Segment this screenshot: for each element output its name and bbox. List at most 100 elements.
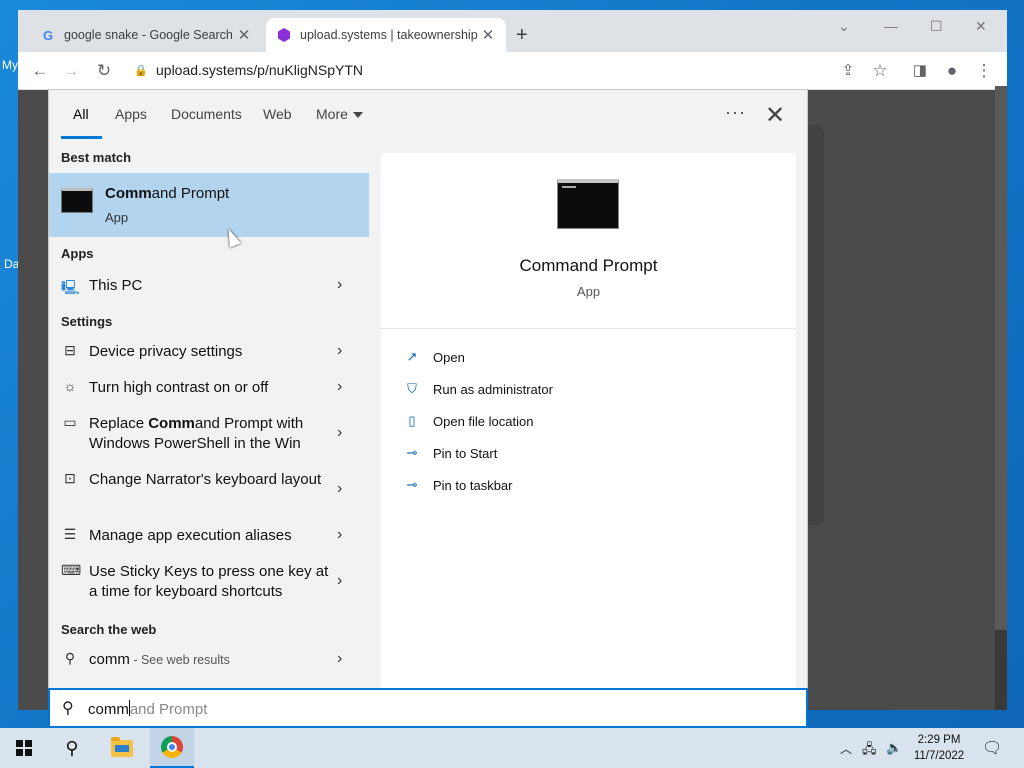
results-list: Best match Command Prompt App Apps 🖳 Thi…	[49, 140, 379, 688]
menu-icon[interactable]: ⋮	[974, 61, 994, 81]
list-item-label: comm - See web results	[89, 651, 230, 668]
close-tab-icon[interactable]: ✕	[236, 26, 252, 44]
search-box[interactable]: ⚲ command Prompt	[48, 688, 808, 728]
chevron-right-icon[interactable]: ›	[337, 424, 342, 442]
chevron-right-icon[interactable]: ›	[337, 480, 342, 498]
share-icon[interactable]: ⇪	[838, 61, 858, 79]
brightness-icon: ☼	[63, 378, 77, 394]
more-options-icon[interactable]: ···	[725, 102, 746, 123]
close-tab-icon[interactable]: ✕	[480, 26, 496, 44]
start-search-panel: All Apps Documents Web More ··· ✕ Best m…	[48, 89, 808, 689]
network-icon[interactable]: 🖧	[862, 740, 877, 762]
volume-icon[interactable]: 🔈	[886, 740, 902, 756]
scrollbar-thumb[interactable]	[995, 86, 1007, 630]
keyboard-icon: ▭	[63, 414, 77, 430]
search-input[interactable]: command Prompt	[88, 700, 207, 718]
action-open[interactable]: ↗ Open	[403, 349, 465, 365]
active-filter-indicator	[61, 136, 102, 139]
action-run-as-admin[interactable]: ⛉ Run as administrator	[403, 381, 553, 397]
list-item-high-contrast[interactable]: ☼ Turn high contrast on or off ›	[49, 370, 369, 406]
best-match-item[interactable]: Command Prompt App	[49, 173, 369, 237]
tab-title: upload.systems | takeownership	[300, 28, 478, 42]
filter-more-label: More	[316, 106, 348, 122]
lock-icon: 🔒	[134, 64, 148, 77]
list-item-narrator-keyboard[interactable]: ⊡ Change Narrator's keyboard layout ›	[49, 462, 369, 518]
list-icon: ☰	[63, 526, 77, 542]
filter-apps[interactable]: Apps	[115, 106, 147, 122]
minimize-button[interactable]: —	[884, 18, 898, 34]
tab-search-icon[interactable]: ⌄	[838, 18, 850, 35]
notification-icon[interactable]: 🗨	[982, 738, 1002, 758]
detail-app-type: App	[576, 284, 601, 299]
clock-time: 2:29 PM	[917, 734, 961, 746]
shield-icon: ⛉	[407, 381, 417, 396]
command-prompt-icon	[557, 179, 619, 229]
forward-icon[interactable]: →	[61, 61, 81, 81]
pin-icon: ⊸	[406, 477, 418, 492]
browser-toolbar: ← → ↻ 🔒 upload.systems/p/nuKligNSpYTN ⇪ …	[18, 52, 1007, 90]
windows-icon	[16, 740, 32, 756]
action-pin-to-taskbar[interactable]: ⊸ Pin to taskbar	[403, 477, 513, 493]
section-search-web: Search the web	[61, 622, 157, 637]
action-open-file-location[interactable]: ▯ Open file location	[403, 413, 533, 429]
tab-google-search[interactable]: G google snake - Google Search ✕	[30, 18, 262, 52]
chevron-right-icon[interactable]: ›	[337, 650, 342, 668]
list-item-label: Manage app execution aliases	[89, 527, 292, 544]
chrome-taskbar-button[interactable]	[150, 728, 194, 768]
filter-all[interactable]: All	[73, 106, 89, 122]
filter-web[interactable]: Web	[263, 106, 292, 122]
chevron-right-icon[interactable]: ›	[337, 276, 342, 294]
action-label: Pin to taskbar	[433, 477, 513, 493]
side-panel-icon[interactable]: ◨	[910, 61, 930, 79]
action-label: Open file location	[433, 413, 534, 429]
back-icon[interactable]: ←	[30, 61, 50, 81]
maximize-button[interactable]: ☐	[930, 18, 943, 35]
clock-date: 11/7/2022	[913, 750, 965, 762]
tab-strip: G google snake - Google Search ✕ upload.…	[18, 10, 1007, 52]
new-tab-button[interactable]: +	[516, 24, 528, 47]
taskbar-search-icon[interactable]: ⚲	[50, 728, 94, 768]
reload-icon[interactable]: ↻	[94, 61, 114, 81]
close-icon[interactable]: ✕	[765, 101, 785, 130]
action-label: Run as administrator	[433, 381, 553, 397]
chevron-right-icon[interactable]: ›	[337, 378, 342, 396]
tab-upload-systems[interactable]: upload.systems | takeownership ✕	[266, 18, 506, 52]
taskbar-clock[interactable]: 2:29 PM 11/7/2022	[904, 732, 974, 764]
address-bar[interactable]: 🔒 upload.systems/p/nuKligNSpYTN	[128, 55, 828, 85]
best-match-type: App	[105, 210, 129, 225]
action-label: Open	[433, 349, 465, 365]
filter-more[interactable]: More	[316, 106, 363, 122]
close-window-button[interactable]: ✕	[975, 18, 987, 35]
pc-icon: 🖳	[61, 279, 80, 295]
url-text: upload.systems/p/nuKligNSpYTN	[156, 62, 363, 78]
section-settings: Settings	[61, 314, 113, 329]
caret-down-icon	[352, 112, 363, 119]
narrator-icon: ⊡	[64, 470, 76, 486]
list-item-this-pc[interactable]: 🖳 This PC ›	[49, 266, 369, 306]
list-item-app-execution-aliases[interactable]: ☰ Manage app execution aliases ›	[49, 518, 369, 554]
taskbar: ⚲ ︿ 🖧 🔈 2:29 PM 11/7/2022 🗨	[0, 728, 1024, 768]
list-item-web-search[interactable]: ⚲ comm - See web results ›	[49, 640, 369, 680]
list-item-sticky-keys[interactable]: ⌨ Use Sticky Keys to press one key at a …	[49, 554, 369, 610]
bookmark-star-icon[interactable]: ☆	[870, 61, 890, 81]
list-item-label: Replace Command Prompt with Windows Powe…	[89, 415, 304, 452]
desktop-icon-label[interactable]: My	[2, 58, 18, 72]
start-button[interactable]	[0, 728, 48, 768]
section-best-match: Best match	[61, 150, 132, 165]
chevron-right-icon[interactable]: ›	[337, 342, 342, 360]
show-hidden-icons[interactable]: ︿	[840, 740, 852, 757]
hexagon-icon	[276, 27, 292, 43]
list-item-device-privacy[interactable]: ⊟ Device privacy settings ›	[49, 334, 369, 370]
chevron-right-icon[interactable]: ›	[337, 572, 342, 590]
keyboard-icon: ⌨	[61, 562, 82, 578]
device-icon: ⊟	[64, 342, 76, 358]
chevron-right-icon[interactable]: ›	[337, 526, 342, 544]
file-explorer-button[interactable]	[100, 728, 144, 768]
filter-documents[interactable]: Documents	[171, 106, 242, 122]
detail-pane: Command Prompt App ↗ Open ⛉ Run as adminis…	[381, 153, 796, 688]
list-item-label: This PC	[89, 277, 143, 294]
list-item-replace-command-prompt[interactable]: ▭ Replace Command Prompt with Windows Po…	[49, 406, 369, 462]
chrome-icon	[161, 736, 183, 758]
action-pin-to-start[interactable]: ⊸ Pin to Start	[403, 445, 498, 461]
profile-avatar-icon[interactable]: ●	[942, 61, 962, 81]
